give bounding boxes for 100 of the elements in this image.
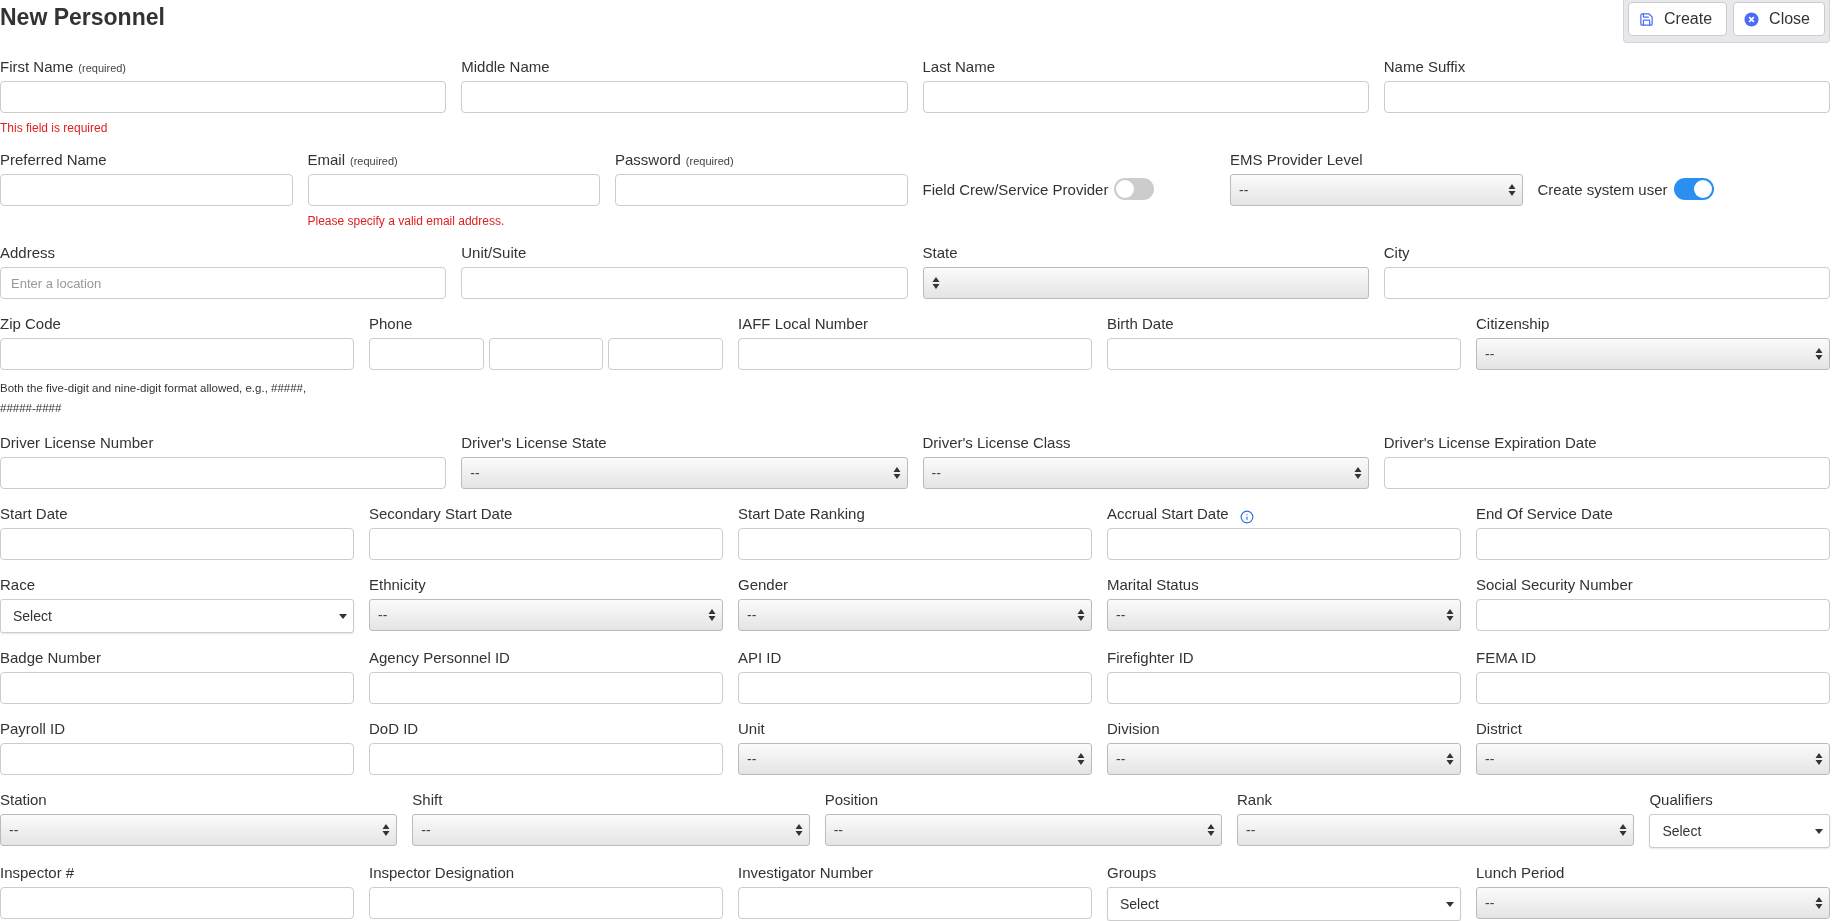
field-label: DoD ID (369, 720, 419, 737)
field-label: Accrual Start Date (1107, 505, 1229, 522)
select-field[interactable]: -- (922, 457, 1369, 489)
dropdown-field[interactable]: Select (1107, 887, 1461, 921)
input-field[interactable] (922, 81, 1369, 113)
create-button[interactable]: Create (1628, 2, 1728, 36)
up-down-arrows-icon (1353, 466, 1362, 480)
select-field[interactable]: -- (1230, 174, 1523, 206)
toggle-switch[interactable] (1673, 178, 1714, 200)
page-title: New Personnel (0, 4, 165, 31)
input-field[interactable] (0, 81, 447, 113)
help-text: Both the five-digit and nine-digit format allowed, e.g., #####, #####-#### (0, 381, 308, 416)
field-label: Driver's License Expiration Date (1383, 434, 1597, 451)
field-label: City (1383, 244, 1410, 261)
field-label: Division (1107, 720, 1160, 737)
select-field[interactable]: -- (738, 743, 1092, 775)
up-down-arrows-icon (1507, 183, 1516, 197)
input-field[interactable] (461, 81, 908, 113)
field-label: Start Date Ranking (738, 505, 865, 522)
input-field[interactable] (1476, 599, 1830, 631)
select-field[interactable]: -- (1107, 743, 1461, 775)
up-down-arrows-icon (931, 276, 940, 290)
field-label: Phone (369, 315, 413, 332)
field-label: Badge Number (0, 649, 101, 666)
input-field[interactable] (0, 457, 447, 489)
field-label: Middle Name (461, 58, 550, 75)
input-field[interactable] (307, 174, 600, 206)
input-field[interactable] (369, 528, 723, 560)
field-label: Rank (1237, 791, 1273, 808)
field-label: First Name (0, 58, 74, 75)
input-field[interactable] (738, 672, 1092, 704)
up-down-arrows-icon (1077, 608, 1085, 622)
caret-icon (1815, 828, 1823, 834)
input-field[interactable] (738, 338, 1092, 370)
select-field[interactable]: -- (461, 457, 908, 489)
select-field[interactable]: -- (1476, 338, 1830, 370)
input-field[interactable] (0, 743, 354, 775)
up-down-arrows-icon (1446, 608, 1454, 622)
up-down-arrows-icon (1077, 752, 1085, 766)
input-field[interactable] (0, 174, 293, 206)
field-label: Zip Code (0, 315, 61, 332)
field-label: Create system user (1537, 180, 1668, 198)
field-label: Lunch Period (1476, 864, 1565, 881)
info-icon[interactable] (1239, 509, 1254, 524)
up-down-arrows-icon (892, 466, 901, 480)
select-field[interactable]: -- (412, 814, 810, 846)
field-label: Secondary Start Date (369, 505, 513, 522)
field-label: Unit (738, 720, 765, 737)
input-field[interactable] (1476, 528, 1830, 560)
select-field[interactable]: -- (1476, 887, 1830, 919)
dropdown-field[interactable]: Select (0, 599, 354, 633)
input-field[interactable] (1383, 267, 1830, 299)
input-field[interactable] (369, 887, 723, 919)
input-field[interactable] (0, 887, 354, 919)
toggle-switch[interactable] (1114, 178, 1155, 200)
select-field[interactable]: -- (1237, 814, 1635, 846)
select-field[interactable] (922, 267, 1369, 299)
input-field[interactable] (369, 672, 723, 704)
field-label: Address (0, 244, 56, 261)
up-down-arrows-icon (382, 823, 391, 837)
input-field[interactable] (738, 528, 1092, 560)
input-field[interactable] (608, 338, 723, 370)
input-field[interactable] (1107, 338, 1461, 370)
close-button[interactable]: Close (1733, 2, 1825, 36)
field-label: Driver's License State (461, 434, 607, 451)
input-field[interactable] (1383, 81, 1830, 113)
input-field[interactable] (461, 267, 908, 299)
select-field[interactable]: -- (1476, 743, 1830, 775)
input-field[interactable] (1383, 457, 1830, 489)
up-down-arrows-icon (1619, 823, 1628, 837)
input-field[interactable] (369, 743, 723, 775)
up-down-arrows-icon (708, 608, 716, 622)
input-field[interactable] (0, 672, 354, 704)
input-field[interactable] (369, 338, 484, 370)
input-field[interactable] (0, 338, 354, 370)
select-field[interactable]: -- (369, 599, 723, 631)
input-field[interactable]: Enter a location (0, 267, 447, 299)
dropdown-field[interactable]: Select (1649, 814, 1830, 848)
select-field[interactable]: -- (1107, 599, 1461, 631)
input-field[interactable] (1107, 528, 1461, 560)
caret-icon (339, 613, 347, 619)
input-field[interactable] (738, 887, 1092, 919)
input-field[interactable] (488, 338, 604, 370)
field-label: Payroll ID (0, 720, 66, 737)
field-label: Agency Personnel ID (369, 649, 510, 666)
input-field[interactable] (615, 174, 908, 206)
caret-icon (1446, 901, 1454, 907)
field-label: Station (0, 791, 47, 808)
input-field[interactable] (1476, 672, 1830, 704)
required-note: (required) (350, 155, 398, 167)
field-label: District (1476, 720, 1522, 737)
select-field[interactable]: -- (738, 599, 1092, 631)
field-label: Unit/Suite (461, 244, 527, 261)
select-field[interactable]: -- (824, 814, 1223, 846)
input-field[interactable] (1107, 672, 1461, 704)
select-field[interactable]: -- (0, 814, 398, 846)
required-note: (required) (78, 62, 127, 74)
input-field[interactable] (0, 528, 354, 560)
field-label: EMS Provider Level (1230, 151, 1363, 168)
field-label: Firefighter ID (1107, 649, 1194, 666)
